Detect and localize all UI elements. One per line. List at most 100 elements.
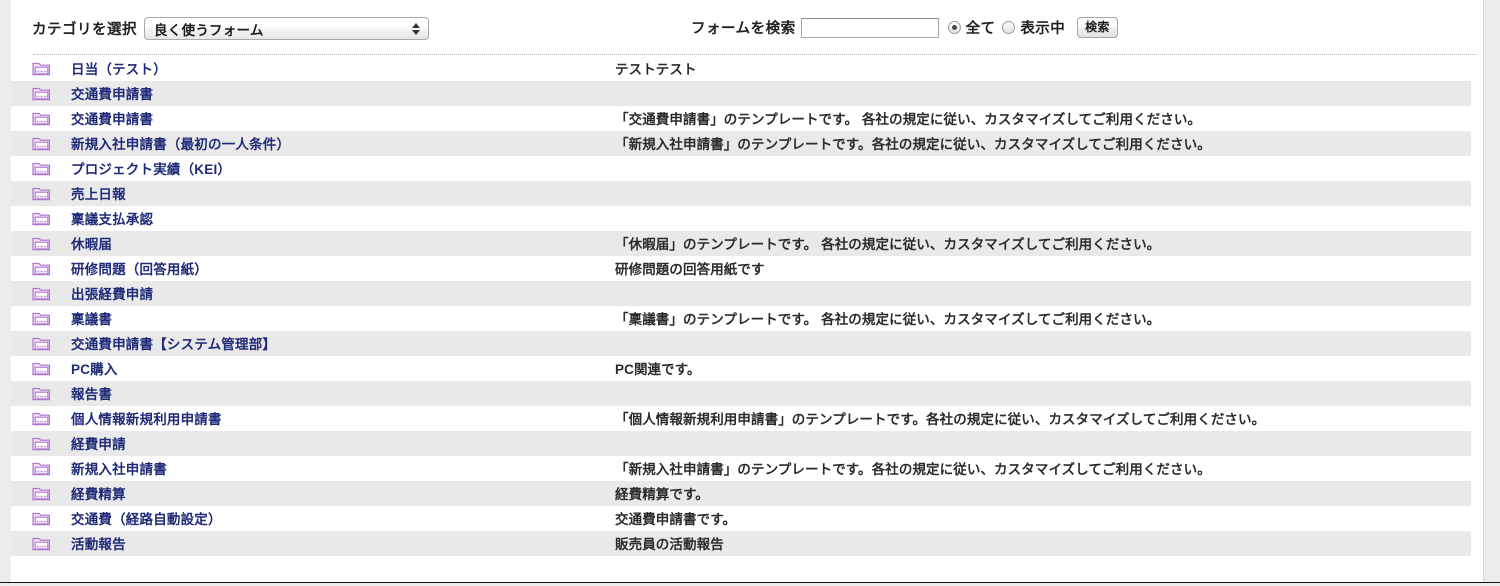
table-row[interactable]: 交通費申請書 「交通費申請書」のテンプレートです。 各社の規定に従い、カスタマイズ…: [11, 106, 1483, 131]
form-name-link[interactable]: 交通費申請書: [71, 87, 153, 102]
scope-radio-visible[interactable]: [1002, 21, 1016, 34]
row-icon-cell: [11, 136, 55, 152]
folder-icon: [32, 386, 51, 402]
table-row[interactable]: 交通費申請書【システム管理部】: [11, 331, 1483, 356]
row-name-cell: 売上日報: [55, 183, 615, 204]
category-filter-group: カテゴリを選択 良く使うフォーム: [32, 17, 429, 40]
page-right-gutter: [1484, 0, 1500, 582]
form-description: 販売員の活動報告: [615, 537, 724, 552]
table-row[interactable]: 経費精算 経費精算です。: [11, 481, 1483, 506]
search-group: フォームを検索 全て 表示中 検索: [691, 17, 1118, 38]
folder-icon: [32, 86, 51, 102]
form-description: 研修問題の回答用紙です: [615, 262, 765, 277]
folder-icon: [32, 111, 51, 127]
toolbar-divider: [33, 54, 1477, 55]
table-row[interactable]: 交通費（経路自動設定） 交通費申請書です。: [11, 506, 1483, 531]
row-icon-cell: [11, 211, 55, 227]
search-input[interactable]: [800, 17, 939, 38]
form-description: 「新規入社申請書」のテンプレートです。各社の規定に従い、カスタマイズしてご利用く…: [615, 462, 1211, 477]
folder-icon: [32, 161, 51, 177]
form-name-link[interactable]: 休暇届: [71, 237, 112, 252]
form-name-link[interactable]: 活動報告: [71, 537, 126, 552]
form-name-link[interactable]: 稟議書: [71, 312, 112, 327]
folder-icon: [32, 211, 51, 227]
table-row[interactable]: 交通費申請書: [11, 81, 1483, 106]
form-name-link[interactable]: 稟議支払承認: [71, 212, 153, 227]
form-name-link[interactable]: プロジェクト実績（KEI）: [71, 162, 231, 177]
form-name-link[interactable]: PC購入: [71, 362, 118, 377]
form-description: 「新規入社申請書」のテンプレートです。各社の規定に従い、カスタマイズしてご利用く…: [615, 137, 1211, 152]
table-row[interactable]: 出張経費申請: [11, 281, 1483, 306]
form-name-link[interactable]: 個人情報新規利用申請書: [71, 412, 222, 427]
category-select-label: カテゴリを選択: [32, 22, 137, 38]
row-name-cell: PC購入: [55, 358, 615, 379]
form-name-link[interactable]: 新規入社申請書（最初の一人条件）: [71, 137, 290, 152]
row-name-cell: 活動報告: [55, 533, 615, 554]
row-name-cell: 新規入社申請書（最初の一人条件）: [55, 133, 615, 154]
table-row[interactable]: 個人情報新規利用申請書 「個人情報新規利用申請書」のテンプレートです。各社の規定に…: [11, 406, 1483, 431]
row-icon-cell: [11, 261, 55, 277]
scope-radio-all-group: 全て: [947, 17, 1003, 38]
row-description-cell: 経費精算です。: [615, 483, 1483, 504]
chevron-updown-icon: [412, 22, 420, 35]
folder-icon: [32, 336, 51, 352]
table-row[interactable]: プロジェクト実績（KEI）: [11, 156, 1483, 181]
row-name-cell: 出張経費申請: [55, 283, 615, 304]
category-select[interactable]: 良く使うフォーム: [144, 17, 429, 40]
table-row[interactable]: 新規入社申請書（最初の一人条件） 「新規入社申請書」のテンプレートです。各社の規定…: [11, 131, 1483, 156]
form-name-link[interactable]: 日当（テスト）: [71, 62, 167, 77]
row-icon-cell: [11, 86, 55, 102]
folder-icon: [32, 411, 51, 427]
form-name-link[interactable]: 経費精算: [71, 487, 126, 502]
row-icon-cell: [11, 486, 55, 502]
table-row[interactable]: 研修問題（回答用紙） 研修問題の回答用紙です: [11, 256, 1483, 281]
table-row[interactable]: 新規入社申請書 「新規入社申請書」のテンプレートです。各社の規定に従い、カスタマイ…: [11, 456, 1483, 481]
folder-icon: [32, 136, 51, 152]
category-select-value: 良く使うフォーム: [154, 22, 264, 38]
row-description-cell: 「個人情報新規利用申請書」のテンプレートです。各社の規定に従い、カスタマイズして…: [615, 408, 1483, 429]
row-description-cell: 研修問題の回答用紙です: [615, 258, 1483, 279]
folder-icon: [32, 186, 51, 202]
table-row[interactable]: 休暇届 「休暇届」のテンプレートです。 各社の規定に従い、カスタマイズしてご利用く…: [11, 231, 1483, 256]
folder-icon: [32, 236, 51, 252]
row-icon-cell: [11, 61, 55, 77]
form-name-link[interactable]: 交通費（経路自動設定）: [71, 512, 222, 527]
form-description: 「個人情報新規利用申請書」のテンプレートです。各社の規定に従い、カスタマイズして…: [615, 412, 1266, 427]
row-icon-cell: [11, 461, 55, 477]
row-name-cell: 研修問題（回答用紙）: [55, 258, 615, 279]
table-row[interactable]: 稟議書 「稟議書」のテンプレートです。 各社の規定に従い、カスタマイズしてご利用く…: [11, 306, 1483, 331]
folder-icon: [32, 311, 51, 327]
form-description: 「休暇届」のテンプレートです。 各社の規定に従い、カスタマイズしてご利用ください…: [615, 237, 1161, 252]
folder-icon: [32, 61, 51, 77]
row-description-cell: 交通費申請書です。: [615, 508, 1483, 529]
form-name-link[interactable]: 研修問題（回答用紙）: [71, 262, 208, 277]
row-name-cell: プロジェクト実績（KEI）: [55, 158, 615, 179]
row-name-cell: 交通費申請書【システム管理部】: [55, 333, 615, 354]
content-panel: カテゴリを選択 良く使うフォーム フォームを検索 全て 表示中 検索 日当（テス…: [11, 0, 1484, 582]
table-row[interactable]: 稟議支払承認: [11, 206, 1483, 231]
page-bottom-rule: [0, 582, 1500, 586]
scope-radio-all[interactable]: [947, 21, 961, 34]
row-description-cell: PC関連です。: [615, 358, 1483, 379]
table-row[interactable]: 売上日報: [11, 181, 1483, 206]
table-row[interactable]: 経費申請: [11, 431, 1483, 456]
form-name-link[interactable]: 新規入社申請書: [71, 462, 167, 477]
row-icon-cell: [11, 511, 55, 527]
row-description-cell: テストテスト: [615, 58, 1483, 79]
form-description: テストテスト: [615, 62, 697, 77]
row-name-cell: 報告書: [55, 383, 615, 404]
form-name-link[interactable]: 交通費申請書【システム管理部】: [71, 337, 276, 352]
table-row[interactable]: 日当（テスト） テストテスト: [11, 56, 1483, 81]
form-name-link[interactable]: 経費申請: [71, 437, 126, 452]
form-name-link[interactable]: 報告書: [71, 387, 112, 402]
table-row[interactable]: 活動報告 販売員の活動報告: [11, 531, 1483, 556]
form-description: 「稟議書」のテンプレートです。 各社の規定に従い、カスタマイズしてご利用ください…: [615, 312, 1161, 327]
search-button[interactable]: 検索: [1077, 17, 1118, 38]
scope-radio-all-label: 全て: [965, 21, 996, 37]
form-name-link[interactable]: 交通費申請書: [71, 112, 153, 127]
table-row[interactable]: PC購入 PC関連です。: [11, 356, 1483, 381]
form-name-link[interactable]: 出張経費申請: [71, 287, 153, 302]
table-row[interactable]: 報告書: [11, 381, 1483, 406]
folder-icon: [32, 286, 51, 302]
form-name-link[interactable]: 売上日報: [71, 187, 126, 202]
